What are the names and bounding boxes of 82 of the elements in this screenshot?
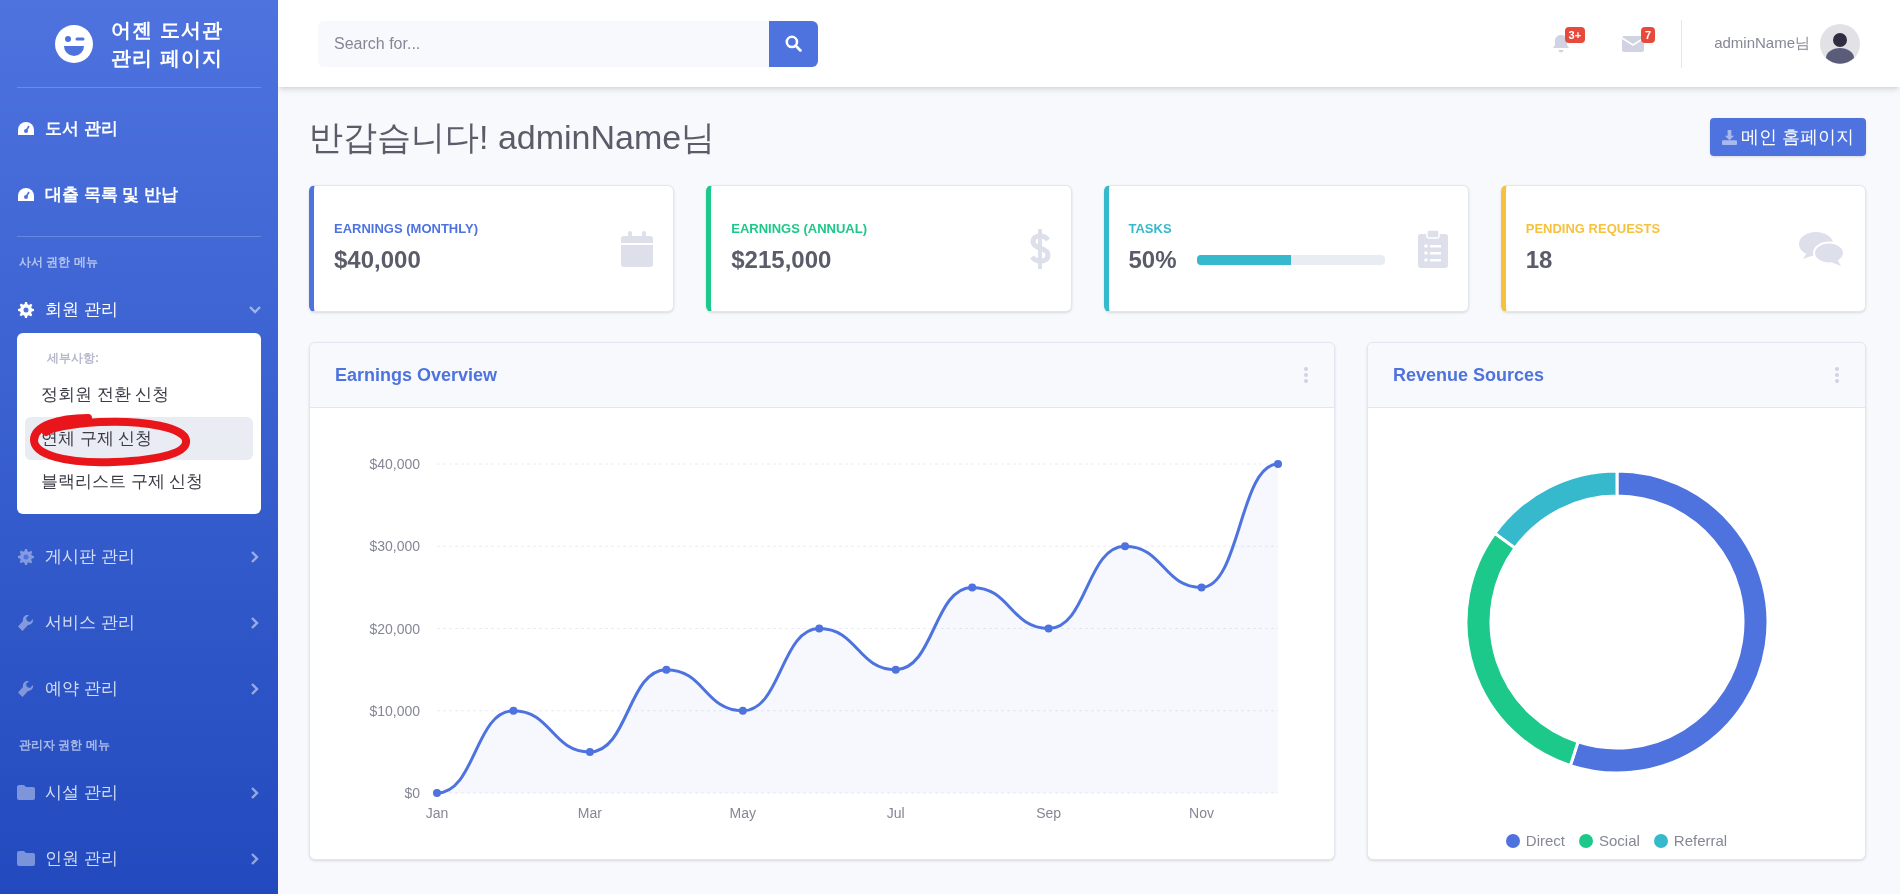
card-title: Earnings Overview xyxy=(335,363,498,387)
submenu-item[interactable]: 블랙리스트 구제 신청 xyxy=(25,460,253,504)
stat-label: TASKS xyxy=(1128,219,1173,238)
stat-label: EARNINGS (MONTHLY) xyxy=(334,219,479,238)
stat-value: 50% xyxy=(1128,245,1177,276)
submenu-item[interactable]: 정회원 전환 신청 xyxy=(25,373,253,417)
clipboard-icon xyxy=(1417,229,1448,268)
chevron-right-icon xyxy=(249,682,261,695)
page-title: 반갑습니다! adminName님 xyxy=(309,117,716,158)
stat-value: $40,000 xyxy=(334,245,421,276)
data-point xyxy=(1121,542,1130,551)
legend-label: Direct xyxy=(1525,831,1565,851)
winking-face-icon[interactable] xyxy=(55,24,94,63)
sidebar-item[interactable]: 인원 관리 xyxy=(17,825,261,892)
chevron-right-icon xyxy=(249,852,261,865)
data-point xyxy=(1044,624,1053,633)
data-point xyxy=(815,624,824,633)
x-axis-label: May xyxy=(729,805,757,821)
x-axis-label: Sep xyxy=(1036,805,1062,821)
search-field[interactable]: Search for... xyxy=(318,20,769,67)
gear-icon xyxy=(17,548,35,565)
sidebar-item[interactable]: 게시판 관리 xyxy=(17,523,261,590)
chevron-down-icon xyxy=(249,306,261,314)
chevron-right-icon xyxy=(249,550,261,563)
data-point xyxy=(433,789,441,797)
search-button[interactable] xyxy=(769,20,818,67)
speech-bubbles-icon xyxy=(1799,230,1845,267)
sidebar-item[interactable]: 도서 관리 xyxy=(17,96,261,162)
x-axis-label: Mar xyxy=(577,805,602,821)
folder-icon xyxy=(17,851,35,866)
x-axis-label: Jul xyxy=(886,805,905,821)
chevron-right-icon xyxy=(249,786,261,799)
calendar-icon xyxy=(621,230,654,267)
sidebar-item[interactable]: 대출 목록 및 반납 xyxy=(17,162,261,228)
x-axis-label: Nov xyxy=(1189,805,1214,821)
data-point xyxy=(585,747,594,756)
messages-button[interactable]: 7 xyxy=(1613,23,1654,64)
sidebar-item[interactable]: 회원 관리 xyxy=(17,277,261,343)
data-point xyxy=(968,583,977,592)
message-count: 7 xyxy=(1641,26,1656,43)
gauge-icon xyxy=(17,187,35,203)
legend-label: Referral xyxy=(1673,831,1728,851)
gear-icon xyxy=(17,302,35,318)
notification-count: 3+ xyxy=(1564,26,1586,43)
data-point xyxy=(509,706,518,715)
search-icon xyxy=(785,35,802,52)
y-axis-label: $40,000 xyxy=(369,456,420,472)
data-point xyxy=(1197,583,1206,592)
data-point xyxy=(891,665,900,674)
stat-label: EARNINGS (ANNUAL) xyxy=(731,219,869,238)
card-title: Revenue Sources xyxy=(1393,363,1545,387)
y-axis-label: $0 xyxy=(404,785,420,801)
brand-name[interactable]: 어젠 도서관 관리 페이지 xyxy=(111,15,223,72)
submenu-heading: 세부사항: xyxy=(46,350,100,367)
stat-value: $215,000 xyxy=(731,245,832,276)
y-axis-label: $30,000 xyxy=(369,538,420,555)
sidebar-item[interactable]: 시설 관리 xyxy=(17,759,261,826)
data-point xyxy=(1274,460,1282,468)
dollar-icon xyxy=(1028,228,1051,269)
wrench-icon xyxy=(17,680,35,697)
menu-section-heading: 사서 권한 메뉴 xyxy=(18,254,99,271)
download-icon xyxy=(1722,129,1737,145)
main-homepage-button[interactable]: 메인 홈페이지 xyxy=(1710,118,1866,156)
envelope-icon xyxy=(1622,35,1645,52)
stat-label: PENDING REQUESTS xyxy=(1525,219,1662,238)
folder-icon xyxy=(17,785,35,800)
legend-label: Social xyxy=(1598,831,1640,851)
sidebar-item[interactable]: 예약 관리 xyxy=(17,655,261,722)
user-name[interactable]: adminName님 xyxy=(1714,32,1810,55)
avatar-icon[interactable] xyxy=(1820,23,1860,64)
menu-section-heading: 관리자 권한 메뉴 xyxy=(18,736,111,754)
stat-value: 18 xyxy=(1525,245,1553,276)
sidebar-item[interactable]: 서비스 관리 xyxy=(17,589,261,656)
bell-icon xyxy=(1552,33,1571,54)
chevron-right-icon xyxy=(249,616,261,629)
data-point xyxy=(662,665,671,674)
gauge-icon xyxy=(17,121,35,137)
y-axis-label: $20,000 xyxy=(369,620,420,637)
wrench-icon xyxy=(17,614,35,631)
data-point xyxy=(738,706,747,715)
y-axis-label: $10,000 xyxy=(369,702,420,719)
x-axis-label: Jan xyxy=(425,805,449,821)
